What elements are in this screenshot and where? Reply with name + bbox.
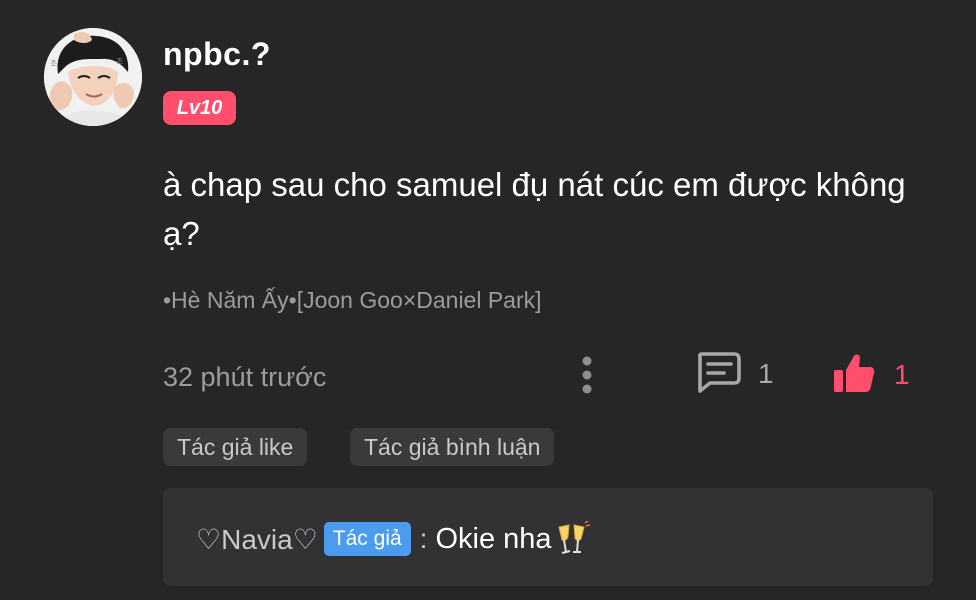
thumbs-up-icon bbox=[832, 351, 876, 400]
author-badge: Tác giả bbox=[323, 522, 411, 556]
avatar[interactable]: 조 조 bbox=[44, 28, 142, 126]
svg-text:조: 조 bbox=[116, 57, 123, 66]
reply-separator: : bbox=[419, 523, 428, 554]
reply-author[interactable]: ♡Navia♡ bbox=[196, 523, 318, 556]
svg-text:조: 조 bbox=[50, 59, 57, 68]
comment-text: à chap sau cho samuel đụ nát cúc em được… bbox=[163, 166, 906, 252]
tag-author-like: Tác giả like bbox=[163, 428, 308, 466]
level-badge: Lv10 bbox=[163, 91, 236, 125]
reply-text: Okie nha bbox=[435, 522, 552, 555]
author-reply-box[interactable]: ♡Navia♡ Tác giả : Okie nha bbox=[163, 488, 933, 586]
like-count: 1 bbox=[894, 359, 910, 390]
chat-bubble-icon bbox=[694, 351, 742, 398]
reply-count: 1 bbox=[758, 358, 774, 389]
username[interactable]: npbc.? bbox=[163, 36, 271, 73]
tag-author-reply: Tác giả bình luận bbox=[350, 428, 555, 466]
timestamp: 32 phút trước bbox=[163, 362, 327, 392]
source-link[interactable]: •Hè Năm Ấy•[Joon Goo×Daniel Park] bbox=[163, 287, 542, 314]
clinking-glasses-icon bbox=[554, 520, 590, 557]
author-reply-line: ♡Navia♡ Tác giả : Okie nha bbox=[196, 520, 590, 558]
avatar-image: 조 조 bbox=[44, 28, 142, 126]
comment-card: 조 조 npbc.? Lv10 à chap sau cho samuel đụ… bbox=[0, 0, 976, 600]
reply-button[interactable]: 1 bbox=[694, 351, 774, 398]
more-vertical-icon[interactable] bbox=[578, 354, 596, 396]
like-button[interactable]: 1 bbox=[832, 352, 910, 398]
